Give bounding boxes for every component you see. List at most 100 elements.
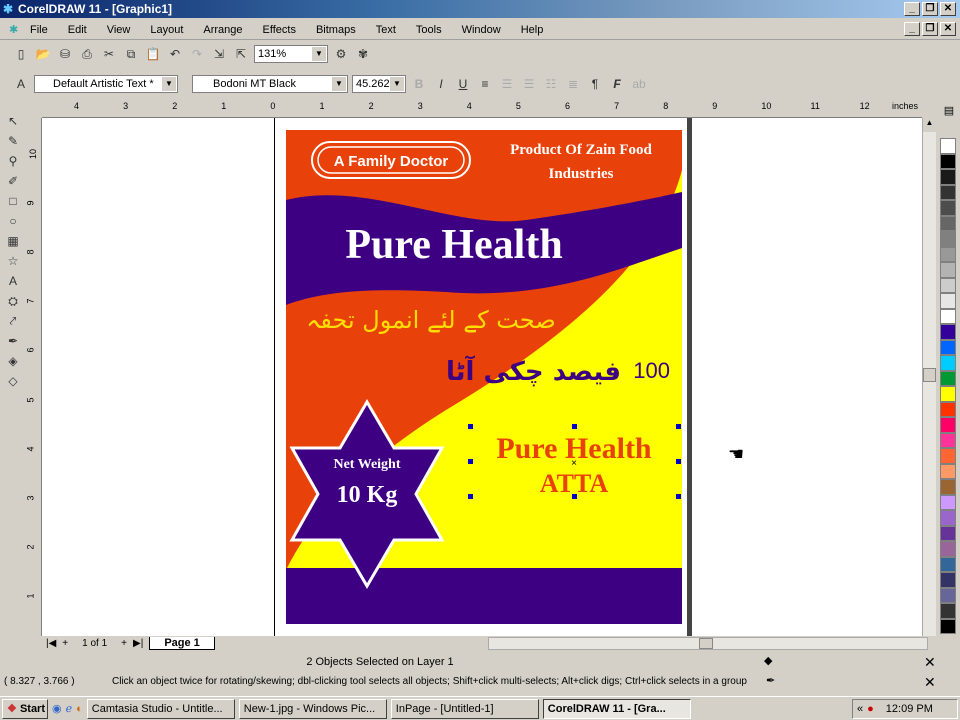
color-swatch[interactable]	[940, 339, 956, 355]
drawing-canvas[interactable]: A Family Doctor Product Of Zain Food Ind…	[42, 118, 922, 636]
task-picture-viewer[interactable]: New-1.jpg - Windows Pic...	[238, 698, 387, 719]
color-swatch[interactable]	[940, 138, 956, 154]
vertical-scrollbar[interactable]: ▲	[922, 118, 936, 636]
indent-icon[interactable]: ☰	[498, 75, 516, 93]
menu-effects[interactable]: Effects	[263, 24, 296, 36]
color-swatch[interactable]	[940, 448, 956, 464]
menu-file[interactable]: File	[30, 24, 48, 36]
doc-restore-button[interactable]: ❐	[922, 22, 938, 36]
close-button[interactable]: ✕	[940, 2, 956, 16]
color-swatch[interactable]	[940, 324, 956, 340]
color-swatch[interactable]	[940, 572, 956, 588]
undo-icon[interactable]: ↶	[166, 45, 184, 63]
export-icon[interactable]: ⇱	[232, 45, 250, 63]
rectangle-tool-icon[interactable]: □	[4, 192, 22, 210]
bold-icon[interactable]: B	[410, 75, 428, 93]
ie-icon[interactable]: ℯ	[66, 702, 73, 715]
menu-text[interactable]: Text	[376, 24, 396, 36]
text-tool-icon[interactable]: A	[4, 272, 22, 290]
scroll-up-icon[interactable]: ▲	[923, 118, 936, 132]
menu-tools[interactable]: Tools	[416, 24, 442, 36]
copy-icon[interactable]: ⧉	[122, 45, 140, 63]
star-tool-icon[interactable]: ☆	[4, 252, 22, 270]
tray-app-icon[interactable]: ●	[867, 703, 874, 715]
color-swatch[interactable]	[940, 262, 956, 278]
task-camtasia[interactable]: Camtasia Studio - Untitle...	[86, 698, 235, 719]
color-swatch[interactable]	[940, 463, 956, 479]
start-button[interactable]: ❖ Start	[2, 698, 48, 719]
color-swatch[interactable]	[940, 401, 956, 417]
font-select[interactable]: Bodoni MT Black ▼	[192, 75, 348, 93]
print-icon[interactable]: ⎙	[78, 45, 96, 63]
paragraph-icon[interactable]: ¶	[586, 75, 604, 93]
color-swatch[interactable]	[940, 355, 956, 371]
corel-online-icon[interactable]: ✾	[354, 45, 372, 63]
freehand-tool-icon[interactable]: ✐	[4, 172, 22, 190]
color-swatch[interactable]	[940, 386, 956, 402]
add-page-before-button[interactable]: +	[62, 638, 68, 649]
font-size-select[interactable]: 45.262 ▼	[352, 75, 406, 93]
color-swatch[interactable]	[940, 184, 956, 200]
horizontal-ruler[interactable]: 4 3 2 1 0 1 2 3 4 5 6 7 8 9 10 11 12 inches	[42, 100, 922, 118]
zoom-tool-icon[interactable]: ⚲	[4, 152, 22, 170]
color-swatch[interactable]	[940, 308, 956, 324]
zoom-select[interactable]: 131% ▼	[254, 45, 328, 63]
color-swatch[interactable]	[940, 200, 956, 216]
horizontal-scroll-thumb[interactable]	[699, 637, 713, 649]
paste-icon[interactable]: 📋	[144, 45, 162, 63]
outdent-icon[interactable]: ☰	[520, 75, 538, 93]
desktop-icon[interactable]: ◉	[52, 702, 62, 715]
align-icon[interactable]: ≡	[476, 75, 494, 93]
outline-indicator-icon[interactable]: ✒	[766, 674, 775, 687]
first-page-button[interactable]: |◀	[46, 638, 56, 649]
cut-icon[interactable]: ✂	[100, 45, 118, 63]
no-fill-icon[interactable]: ✕	[924, 654, 936, 671]
pick-tool-icon[interactable]: ↖	[4, 112, 22, 130]
italic-icon[interactable]: I	[432, 75, 450, 93]
interactive-fill-tool-icon[interactable]: ⛭	[4, 292, 22, 310]
color-swatch[interactable]	[940, 494, 956, 510]
task-inpage[interactable]: InPage - [Untitled-1]	[390, 698, 539, 719]
color-swatch[interactable]	[940, 246, 956, 262]
save-icon[interactable]: ⛁	[56, 45, 74, 63]
style-select[interactable]: Default Artistic Text * ▼	[34, 75, 178, 93]
text-style-icon[interactable]: A	[12, 75, 30, 93]
doc-minimize-button[interactable]: _	[904, 22, 920, 36]
graph-paper-tool-icon[interactable]: ▦	[4, 232, 22, 250]
color-swatch[interactable]	[940, 587, 956, 603]
redo-icon[interactable]: ↷	[188, 45, 206, 63]
color-swatch[interactable]	[940, 417, 956, 433]
open-icon[interactable]: 📂	[34, 45, 52, 63]
edit-text-icon[interactable]: ab	[630, 75, 648, 93]
application-launcher-icon[interactable]: ⚙	[332, 45, 350, 63]
vertical-ruler[interactable]: 10 9 8 7 6 5 4 3 2 1	[26, 118, 42, 636]
color-swatch[interactable]	[940, 231, 956, 247]
horizontal-scrollbar[interactable]	[488, 636, 928, 650]
shape-tool-icon[interactable]: ✎	[4, 132, 22, 150]
color-swatch[interactable]	[940, 293, 956, 309]
menu-bitmaps[interactable]: Bitmaps	[316, 24, 356, 36]
import-icon[interactable]: ⇲	[210, 45, 228, 63]
menu-edit[interactable]: Edit	[68, 24, 87, 36]
color-swatch[interactable]	[940, 618, 956, 634]
media-player-icon[interactable]: ◐	[76, 703, 83, 715]
restore-button[interactable]: ❐	[922, 2, 938, 16]
doc-close-button[interactable]: ✕	[940, 22, 956, 36]
color-swatch[interactable]	[940, 432, 956, 448]
underline-icon[interactable]: U	[454, 75, 472, 93]
color-swatch[interactable]	[940, 556, 956, 572]
menu-help[interactable]: Help	[521, 24, 544, 36]
menu-arrange[interactable]: Arrange	[203, 24, 242, 36]
color-swatch[interactable]	[940, 277, 956, 293]
vertical-scroll-thumb[interactable]	[923, 368, 936, 382]
new-icon[interactable]: ▯	[12, 45, 30, 63]
outline-tool-icon[interactable]: ✒	[4, 332, 22, 350]
minimize-button[interactable]: _	[904, 2, 920, 16]
add-page-after-button[interactable]: +	[121, 638, 127, 649]
task-coreldraw[interactable]: CorelDRAW 11 - [Gra...	[542, 698, 691, 719]
color-swatch[interactable]	[940, 525, 956, 541]
format-text-icon[interactable]: F	[608, 75, 626, 93]
page-tab[interactable]: Page 1	[149, 636, 215, 650]
bullet-icon[interactable]: ☷	[542, 75, 560, 93]
fill-indicator-icon[interactable]: ◆	[764, 654, 772, 667]
